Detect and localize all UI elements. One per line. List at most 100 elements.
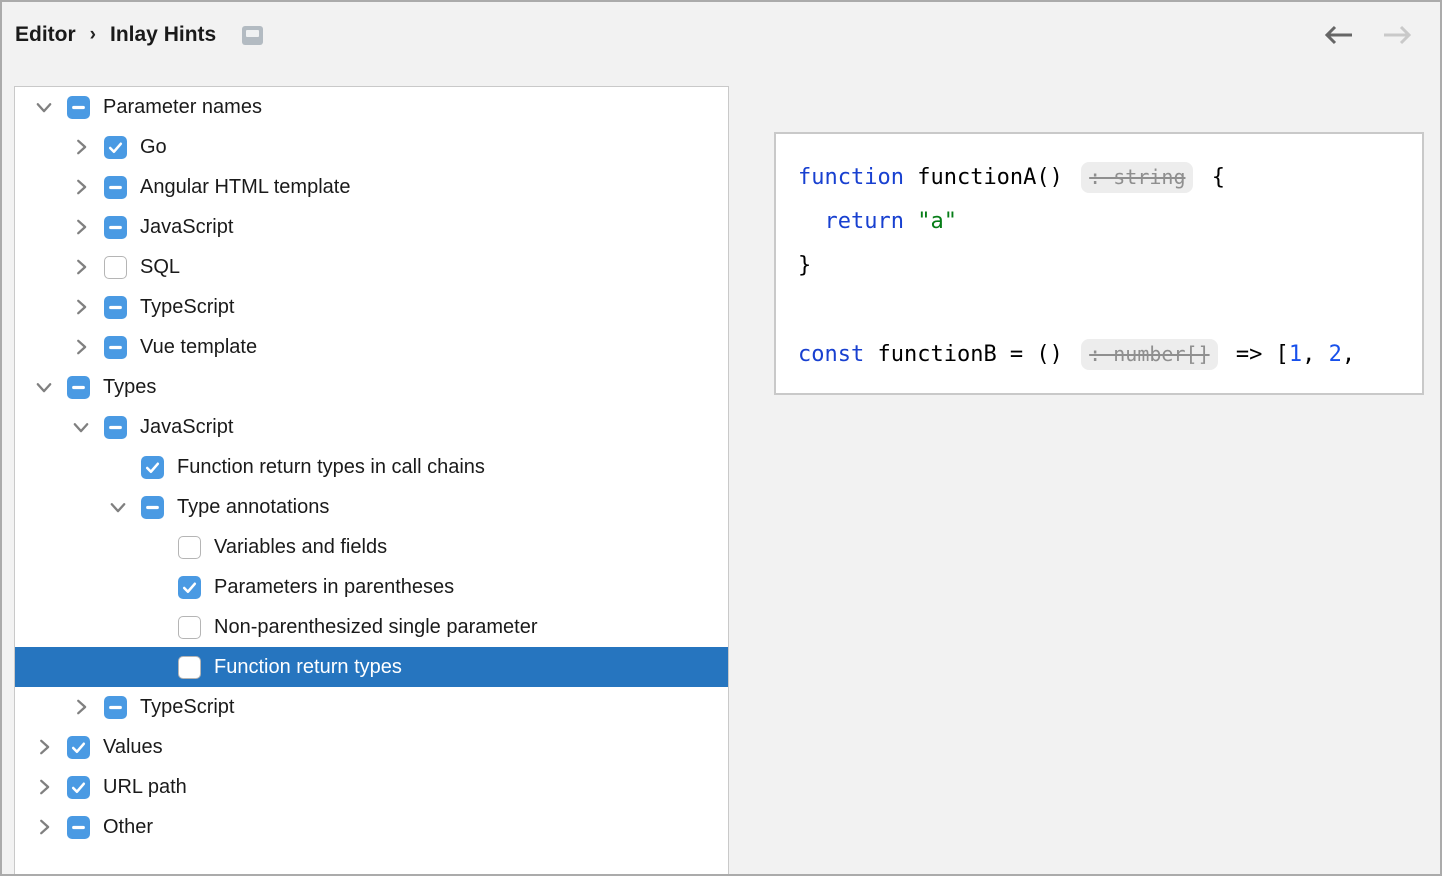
tree-item-label: Vue template bbox=[140, 335, 257, 359]
tree-item-label: Other bbox=[103, 815, 153, 839]
checkbox-unchecked[interactable] bbox=[178, 656, 201, 679]
checkbox-indeterminate[interactable] bbox=[104, 336, 127, 359]
open-in-dialog-icon[interactable] bbox=[242, 26, 263, 45]
chevron-spacer bbox=[142, 534, 168, 560]
tree-item[interactable]: TypeScript bbox=[15, 687, 728, 727]
checkbox-checked[interactable] bbox=[67, 736, 90, 759]
checkbox-unchecked[interactable] bbox=[178, 616, 201, 639]
code-token-keyword: return bbox=[825, 209, 904, 234]
tree-item-label: Angular HTML template bbox=[140, 175, 350, 199]
tree-item-label: Variables and fields bbox=[214, 535, 387, 559]
tree-item[interactable]: Type annotations bbox=[15, 487, 728, 527]
tree-item[interactable]: Parameters in parentheses bbox=[15, 567, 728, 607]
code-token-plain: } bbox=[798, 253, 811, 278]
dialog-icon-inner bbox=[246, 30, 259, 37]
tree-item-label: Type annotations bbox=[177, 495, 329, 519]
code-token-keyword: const bbox=[798, 342, 864, 367]
code-line: const functionB = () : number[] => [1, 2… bbox=[798, 332, 1422, 377]
breadcrumb-editor[interactable]: Editor bbox=[15, 23, 76, 47]
checkbox-indeterminate[interactable] bbox=[67, 96, 90, 119]
chevron-right-icon[interactable] bbox=[68, 334, 94, 360]
tree-item-label: Types bbox=[103, 375, 156, 399]
checkbox-indeterminate[interactable] bbox=[104, 216, 127, 239]
code-token-number: 2 bbox=[1329, 342, 1342, 367]
chevron-right-icon[interactable] bbox=[68, 214, 94, 240]
tree-item-label: Function return types in call chains bbox=[177, 455, 485, 479]
tree-item-label: Non-parenthesized single parameter bbox=[214, 615, 538, 639]
code-token-plain: , bbox=[1342, 342, 1355, 367]
chevron-right-icon[interactable] bbox=[68, 254, 94, 280]
tree-item[interactable]: TypeScript bbox=[15, 287, 728, 327]
chevron-down-icon[interactable] bbox=[105, 494, 131, 520]
tree-item-label: Parameters in parentheses bbox=[214, 575, 454, 599]
tree-item[interactable]: URL path bbox=[15, 767, 728, 807]
code-line: } bbox=[798, 244, 1422, 288]
tree-item[interactable]: Vue template bbox=[15, 327, 728, 367]
chevron-right-icon[interactable] bbox=[31, 814, 57, 840]
chevron-right-icon[interactable] bbox=[68, 134, 94, 160]
tree-item[interactable]: JavaScript bbox=[15, 407, 728, 447]
checkbox-indeterminate[interactable] bbox=[104, 416, 127, 439]
tree-item[interactable]: Values bbox=[15, 727, 728, 767]
code-token-plain: => [ bbox=[1223, 342, 1289, 367]
inlay-hint-pill[interactable]: : string bbox=[1081, 162, 1193, 193]
tree-item-label: TypeScript bbox=[140, 695, 234, 719]
tree-item[interactable]: SQL bbox=[15, 247, 728, 287]
checkbox-indeterminate[interactable] bbox=[67, 816, 90, 839]
code-token-plain: functionA() bbox=[904, 165, 1076, 190]
tree-item[interactable]: Go bbox=[15, 127, 728, 167]
chevron-right-icon[interactable] bbox=[68, 174, 94, 200]
tree-item-label: JavaScript bbox=[140, 415, 233, 439]
code-line bbox=[798, 288, 1422, 332]
checkbox-checked[interactable] bbox=[67, 776, 90, 799]
tree-item[interactable]: JavaScript bbox=[15, 207, 728, 247]
chevron-right-icon[interactable] bbox=[68, 294, 94, 320]
chevron-down-icon[interactable] bbox=[68, 414, 94, 440]
code-token-plain bbox=[798, 209, 825, 234]
tree-item-label: URL path bbox=[103, 775, 187, 799]
tree-item-label: JavaScript bbox=[140, 215, 233, 239]
page-title: Inlay Hints bbox=[110, 23, 216, 47]
checkbox-checked[interactable] bbox=[178, 576, 201, 599]
tree-item[interactable]: Parameter names bbox=[15, 87, 728, 127]
tree-item[interactable]: Variables and fields bbox=[15, 527, 728, 567]
tree-item-label: Go bbox=[140, 135, 167, 159]
checkbox-checked[interactable] bbox=[141, 456, 164, 479]
forward-arrow-icon bbox=[1380, 20, 1414, 50]
code-token-keyword: function bbox=[798, 165, 904, 190]
tree-item[interactable]: Non-parenthesized single parameter bbox=[15, 607, 728, 647]
tree-item-label: Parameter names bbox=[103, 95, 262, 119]
chevron-down-icon[interactable] bbox=[31, 94, 57, 120]
checkbox-indeterminate[interactable] bbox=[141, 496, 164, 519]
breadcrumb-separator-icon: › bbox=[88, 24, 98, 46]
code-token-number: 1 bbox=[1289, 342, 1302, 367]
chevron-right-icon[interactable] bbox=[31, 774, 57, 800]
settings-window: { "header": { "breadcrumb": [ { "label":… bbox=[0, 0, 1442, 876]
checkbox-checked[interactable] bbox=[104, 136, 127, 159]
tree-item[interactable]: Angular HTML template bbox=[15, 167, 728, 207]
code-line: return "a" bbox=[798, 200, 1422, 244]
code-token-plain bbox=[904, 209, 917, 234]
tree-item[interactable]: Function return types in call chains bbox=[15, 447, 728, 487]
checkbox-indeterminate[interactable] bbox=[67, 376, 90, 399]
checkbox-indeterminate[interactable] bbox=[104, 696, 127, 719]
tree-item[interactable]: Function return types bbox=[15, 647, 728, 687]
code-token-plain: , bbox=[1302, 342, 1329, 367]
chevron-right-icon[interactable] bbox=[68, 694, 94, 720]
tree-item-label: Values bbox=[103, 735, 163, 759]
chevron-spacer bbox=[105, 454, 131, 480]
checkbox-unchecked[interactable] bbox=[178, 536, 201, 559]
checkbox-unchecked[interactable] bbox=[104, 256, 127, 279]
back-arrow-icon[interactable] bbox=[1322, 20, 1356, 50]
chevron-right-icon[interactable] bbox=[31, 734, 57, 760]
checkbox-indeterminate[interactable] bbox=[104, 296, 127, 319]
breadcrumb-header: Editor › Inlay Hints bbox=[2, 2, 1440, 68]
checkbox-indeterminate[interactable] bbox=[104, 176, 127, 199]
history-navigation bbox=[1322, 20, 1414, 50]
inlay-hint-pill[interactable]: : number[] bbox=[1081, 339, 1217, 370]
chevron-down-icon[interactable] bbox=[31, 374, 57, 400]
chevron-spacer bbox=[142, 654, 168, 680]
tree-item[interactable]: Other bbox=[15, 807, 728, 847]
code-token-plain: functionB = () bbox=[864, 342, 1076, 367]
tree-item[interactable]: Types bbox=[15, 367, 728, 407]
